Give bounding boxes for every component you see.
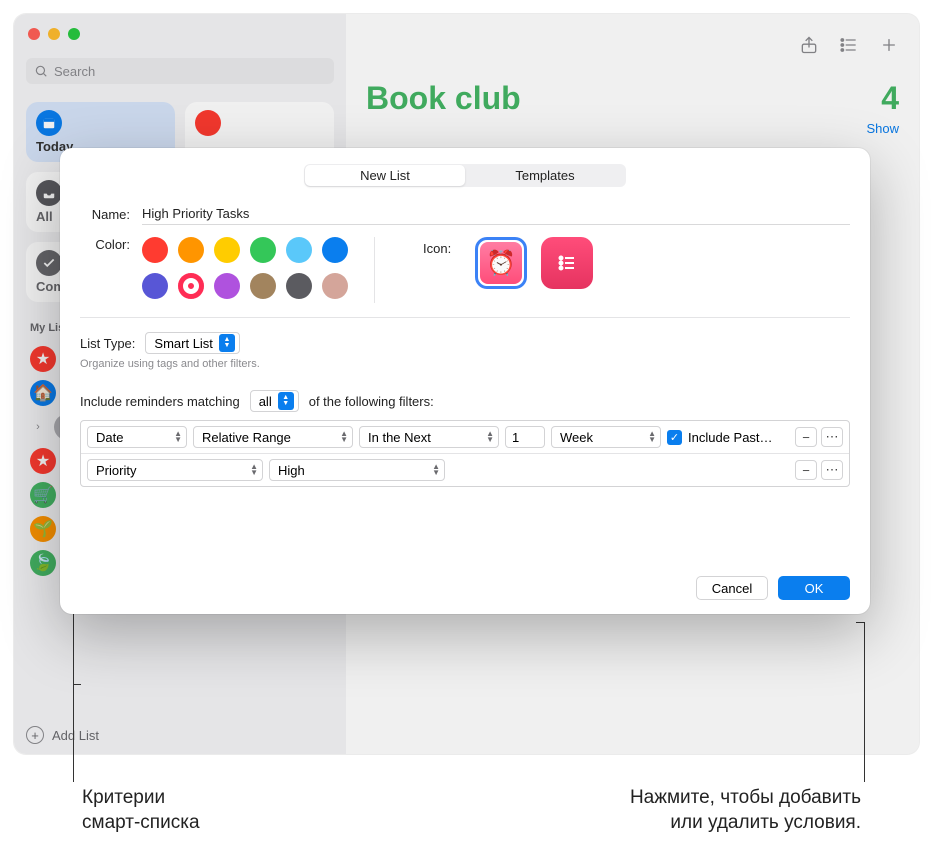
segmented-control[interactable]: New List Templates	[304, 164, 626, 187]
match-row: Include reminders matching all ▲▼ of the…	[80, 390, 850, 412]
updown-icon: ▲▼	[432, 464, 440, 476]
callout-line	[864, 622, 865, 782]
list-header: Book club 4	[360, 62, 905, 117]
filter-unit-select[interactable]: Week▲▼	[551, 426, 661, 448]
show-completed-link[interactable]: Show	[360, 117, 905, 140]
color-swatch-purple[interactable]	[142, 273, 168, 299]
ok-button[interactable]: OK	[778, 576, 850, 600]
color-swatches	[142, 237, 348, 299]
add-reminder-icon[interactable]	[879, 35, 899, 55]
filters-box: Date▲▼ Relative Range▲▼ In the Next▲▼ 1 …	[80, 420, 850, 487]
include-past-label: Include Past…	[688, 430, 774, 445]
plus-icon: +	[26, 726, 44, 744]
calendar-icon	[36, 110, 62, 136]
name-row: Name:	[80, 203, 850, 225]
color-swatch-green[interactable]	[250, 237, 276, 263]
zoom-window-button[interactable]	[68, 28, 80, 40]
filter-mode-select[interactable]: Relative Range▲▼	[193, 426, 353, 448]
filter-field-select[interactable]: Date▲▼	[87, 426, 187, 448]
view-options-icon[interactable]	[839, 35, 859, 55]
filter-options-button[interactable]: ⋯	[821, 460, 843, 480]
search-input[interactable]: Search	[26, 58, 334, 84]
list-type-row: List Type: Smart List ▲▼	[80, 332, 850, 354]
dialog-buttons: Cancel OK	[80, 576, 850, 600]
updown-icon: ▲▼	[486, 431, 494, 443]
tab-new-list[interactable]: New List	[305, 165, 465, 186]
filter-row-priority: Priority▲▼ High▲▼ − ⋯	[81, 453, 849, 486]
list-icon: 🏠	[30, 380, 56, 406]
color-swatch-orange[interactable]	[178, 237, 204, 263]
updown-icon: ▲▼	[278, 392, 294, 410]
divider	[80, 317, 850, 318]
check-icon	[36, 250, 62, 276]
color-swatch-rose[interactable]	[322, 273, 348, 299]
name-field[interactable]	[142, 203, 850, 225]
icon-choice-list[interactable]	[541, 237, 593, 289]
cancel-button[interactable]: Cancel	[696, 576, 768, 600]
calendar-icon	[195, 110, 221, 136]
close-window-button[interactable]	[28, 28, 40, 40]
list-type-value: Smart List	[154, 336, 213, 351]
filter-op-select[interactable]: In the Next▲▼	[359, 426, 499, 448]
color-swatch-brown[interactable]	[250, 273, 276, 299]
list-count-large: 4	[881, 80, 899, 117]
new-list-dialog: New List Templates Name: Color: Icon: ⏰	[60, 148, 870, 614]
list-icon: ★	[30, 448, 56, 474]
color-swatch-yellow[interactable]	[214, 237, 240, 263]
minimize-window-button[interactable]	[48, 28, 60, 40]
list-icon: 🌱	[30, 516, 56, 542]
list-icon: 🍃	[30, 550, 56, 576]
list-type-label: List Type:	[80, 336, 135, 351]
updown-icon: ▲▼	[250, 464, 258, 476]
color-swatch-pink[interactable]	[178, 273, 204, 299]
match-prefix: Include reminders matching	[80, 394, 240, 409]
color-swatch-red[interactable]	[142, 237, 168, 263]
color-icon-row: Color: Icon: ⏰	[80, 237, 850, 303]
color-swatch-blue[interactable]	[322, 237, 348, 263]
window-controls	[28, 28, 80, 40]
remove-filter-button[interactable]: −	[795, 460, 817, 480]
name-label: Name:	[80, 207, 130, 222]
callout-tick	[73, 684, 81, 685]
filter-row-date: Date▲▼ Relative Range▲▼ In the Next▲▼ 1 …	[81, 421, 849, 453]
tray-icon	[36, 180, 62, 206]
color-label: Color:	[80, 237, 130, 252]
add-list-label: Add List	[52, 728, 99, 743]
filter-options-button[interactable]: ⋯	[821, 427, 843, 447]
list-type-select[interactable]: Smart List ▲▼	[145, 332, 240, 354]
list-type-hint: Organize using tags and other filters.	[80, 358, 850, 370]
filter-number-input[interactable]: 1	[505, 426, 545, 448]
color-swatch-lightblue[interactable]	[286, 237, 312, 263]
remove-filter-button[interactable]: −	[795, 427, 817, 447]
color-swatch-gray[interactable]	[286, 273, 312, 299]
divider	[374, 237, 375, 303]
callout-left: Критерии смарт-списка	[82, 786, 200, 835]
icon-label: Icon:	[423, 237, 451, 256]
match-suffix: of the following filters:	[309, 394, 434, 409]
page-title: Book club	[366, 80, 521, 117]
include-past-checkbox[interactable]: ✓	[667, 430, 682, 445]
icon-choices: ⏰	[475, 237, 593, 289]
list-icon: ★	[30, 346, 56, 372]
toolbar	[360, 28, 905, 62]
filter-value-select[interactable]: High▲▼	[269, 459, 445, 481]
match-mode-select[interactable]: all ▲▼	[250, 390, 299, 412]
callout-right: Нажмите, чтобы добавить или удалить усло…	[630, 786, 861, 835]
share-icon[interactable]	[799, 35, 819, 55]
add-list-button[interactable]: + Add List	[26, 726, 99, 744]
filter-field-select[interactable]: Priority▲▼	[87, 459, 263, 481]
search-placeholder: Search	[54, 64, 95, 79]
updown-icon: ▲▼	[340, 431, 348, 443]
color-swatch-violet[interactable]	[214, 273, 240, 299]
search-icon	[34, 64, 48, 78]
updown-icon: ▲▼	[648, 431, 656, 443]
updown-icon: ▲▼	[219, 334, 235, 352]
list-icon: 🛒	[30, 482, 56, 508]
updown-icon: ▲▼	[174, 431, 182, 443]
tab-templates[interactable]: Templates	[465, 165, 625, 186]
match-mode-value: all	[259, 394, 272, 409]
chevron-right-icon[interactable]: ›	[30, 421, 46, 433]
callout-tick	[856, 622, 864, 623]
icon-choice-alarm[interactable]: ⏰	[475, 237, 527, 289]
